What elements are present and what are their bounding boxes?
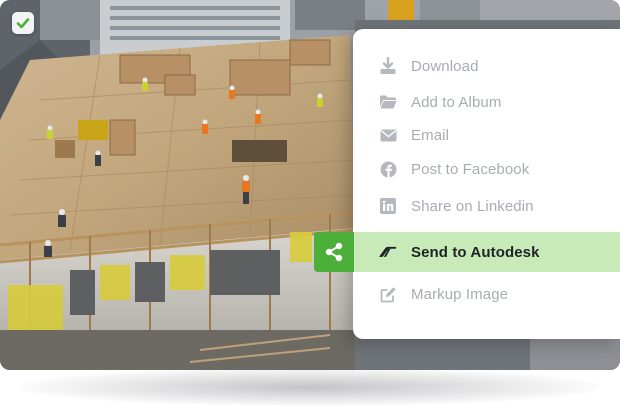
menu-item-label: Markup Image — [411, 285, 509, 303]
share-icon — [325, 242, 343, 262]
download-icon — [379, 57, 397, 75]
menu-item-label: Share on Linkedin — [411, 197, 534, 215]
menu-item-label: Email — [411, 126, 450, 144]
menu-item-post-to-facebook[interactable]: Post to Facebook — [353, 150, 620, 188]
share-button[interactable] — [314, 232, 354, 272]
facebook-icon — [379, 160, 397, 178]
card-shadow — [20, 368, 600, 406]
menu-item-download[interactable]: Download — [353, 47, 620, 85]
edit-icon — [379, 285, 397, 303]
menu-item-label: Download — [411, 57, 479, 75]
menu-item-label: Post to Facebook — [411, 160, 530, 178]
autodesk-icon — [379, 243, 397, 261]
menu-item-email[interactable]: Email — [353, 116, 620, 154]
menu-item-label: Add to Album — [411, 93, 502, 111]
menu-item-send-to-autodesk[interactable]: Send to Autodesk — [353, 232, 620, 272]
share-menu: Download Add to Album Email Post to Face… — [353, 29, 620, 339]
select-checkbox[interactable] — [12, 12, 34, 34]
envelope-icon — [379, 126, 397, 144]
folder-icon — [379, 93, 397, 111]
linkedin-icon — [379, 197, 397, 215]
menu-item-share-on-linkedin[interactable]: Share on Linkedin — [353, 187, 620, 225]
menu-item-label: Send to Autodesk — [411, 243, 540, 261]
checkmark-icon — [16, 18, 30, 29]
menu-item-markup-image[interactable]: Markup Image — [353, 275, 620, 313]
